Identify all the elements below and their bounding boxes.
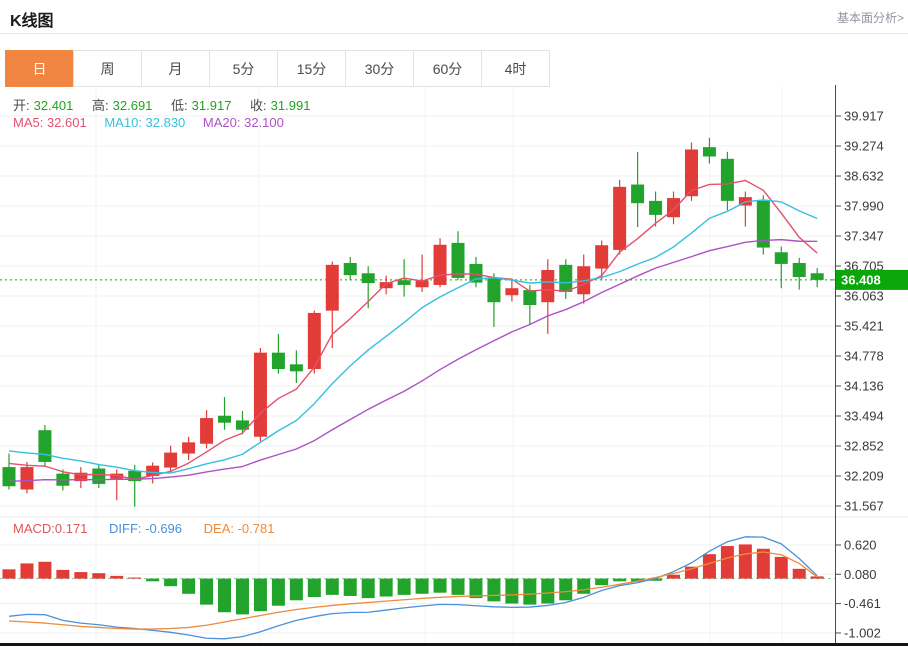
ma20-value: MA20: 32.100 <box>203 115 284 130</box>
svg-text:-1.002: -1.002 <box>844 625 881 640</box>
tab-15min[interactable]: 15分 <box>277 50 346 87</box>
ma5-value: MA5: 32.601 <box>13 115 87 130</box>
svg-text:31.567: 31.567 <box>844 499 884 514</box>
open-value: 32.401 <box>34 98 74 113</box>
ma10-value: MA10: 32.830 <box>104 115 185 130</box>
tab-4hour[interactable]: 4时 <box>481 50 550 87</box>
tab-60min[interactable]: 60分 <box>413 50 482 87</box>
ma-row: MA5: 32.601 MA10: 32.830 MA20: 32.100 <box>13 115 288 130</box>
svg-text:38.632: 38.632 <box>844 169 884 184</box>
low-value: 31.917 <box>192 98 232 113</box>
tab-month[interactable]: 月 <box>141 50 210 87</box>
svg-text:36.063: 36.063 <box>844 289 884 304</box>
svg-text:34.778: 34.778 <box>844 349 884 364</box>
svg-text:0.080: 0.080 <box>844 567 877 582</box>
high-label: 高: <box>92 98 109 113</box>
svg-text:39.917: 39.917 <box>844 109 884 124</box>
svg-text:32.852: 32.852 <box>844 438 884 453</box>
svg-text:35.421: 35.421 <box>844 318 884 333</box>
svg-text:0.620: 0.620 <box>844 537 877 552</box>
tab-30min[interactable]: 30分 <box>345 50 414 87</box>
svg-text:33.494: 33.494 <box>844 408 884 423</box>
interval-tabs: 日 周 月 5分 15分 30分 60分 4时 <box>5 50 550 87</box>
svg-text:39.274: 39.274 <box>844 139 884 154</box>
high-value: 32.691 <box>113 98 153 113</box>
macd-value: MACD:0.171 <box>13 521 87 536</box>
svg-text:32.209: 32.209 <box>844 469 884 484</box>
dea-value: DEA: -0.781 <box>204 521 275 536</box>
svg-text:37.347: 37.347 <box>844 229 884 244</box>
page-title: K线图 <box>10 7 54 31</box>
macd-row: MACD:0.171 DIFF: -0.696 DEA: -0.781 <box>13 521 278 536</box>
tab-week[interactable]: 周 <box>73 50 142 87</box>
diff-value: DIFF: -0.696 <box>109 521 182 536</box>
tab-5min[interactable]: 5分 <box>209 50 278 87</box>
svg-text:36.408: 36.408 <box>841 272 881 287</box>
svg-text:-0.461: -0.461 <box>844 596 881 611</box>
close-value: 31.991 <box>271 98 311 113</box>
svg-text:37.990: 37.990 <box>844 199 884 214</box>
kline-app: K线图 基本面分析> 日 周 月 5分 15分 30分 60分 4时 39.91… <box>0 0 908 647</box>
close-label: 收: <box>250 98 267 113</box>
svg-text:34.136: 34.136 <box>844 379 884 394</box>
tab-day[interactable]: 日 <box>5 50 74 87</box>
fundamental-analysis-link[interactable]: 基本面分析> <box>837 9 904 26</box>
low-label: 低: <box>171 98 188 113</box>
ohlc-row: 开: 32.401 高: 32.691 低: 31.917 收: 31.991 <box>13 95 325 114</box>
open-label: 开: <box>13 98 30 113</box>
page-header: K线图 基本面分析> <box>0 0 908 34</box>
